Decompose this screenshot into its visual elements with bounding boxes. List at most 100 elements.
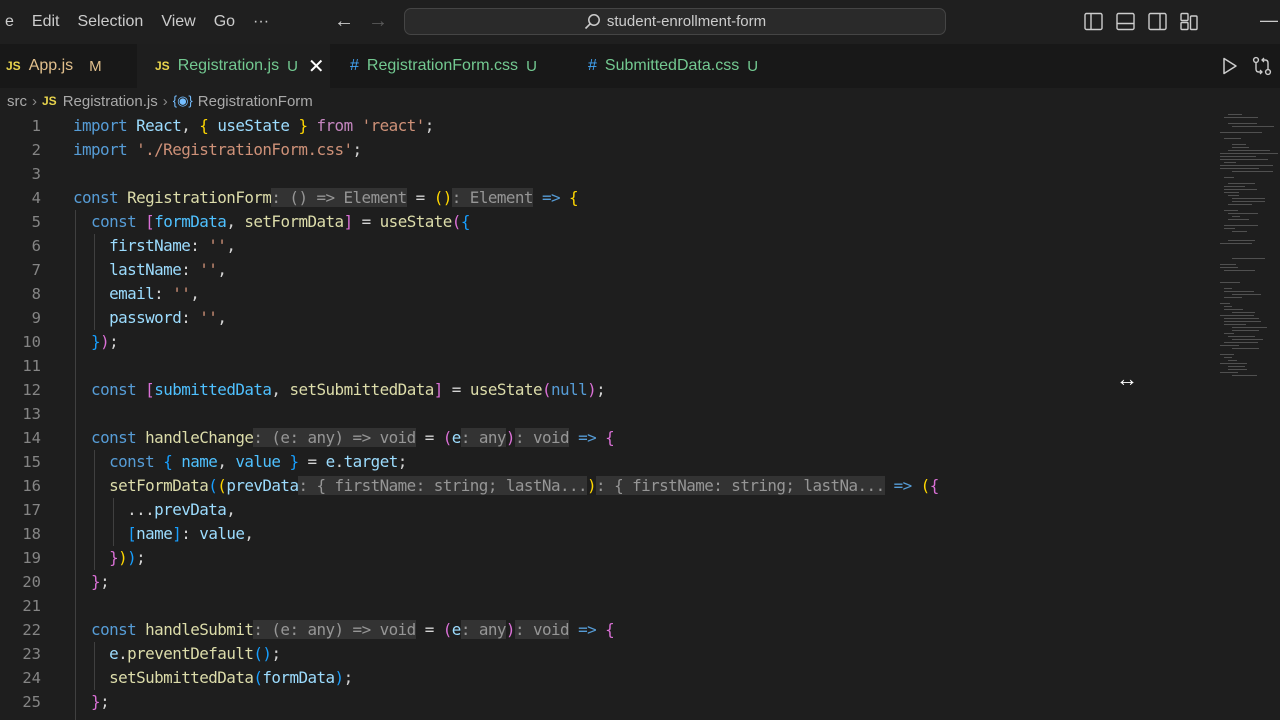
code-line[interactable]: 13: [0, 402, 1210, 426]
minimap-line: [1224, 342, 1258, 343]
code-line[interactable]: 18 [name]: value,: [0, 522, 1210, 546]
tab-app-js[interactable]: JS App.js M: [0, 44, 137, 88]
code-token: (: [217, 476, 227, 495]
code-line[interactable]: 21: [0, 594, 1210, 618]
code-line[interactable]: 25 };: [0, 690, 1210, 714]
code-text: });: [73, 330, 119, 354]
minimap[interactable]: [1216, 114, 1280, 384]
breadcrumb-symbol[interactable]: RegistrationForm: [198, 93, 313, 110]
back-arrow-icon[interactable]: ←: [334, 10, 354, 33]
code-text: email: '',: [73, 282, 200, 306]
forward-arrow-icon[interactable]: →: [368, 10, 388, 33]
minimap-line: [1224, 228, 1235, 229]
menu-selection[interactable]: Selection: [68, 0, 152, 44]
inlay-hint: : () => Element: [271, 188, 407, 207]
code-line[interactable]: 12 const [submittedData, setSubmittedDat…: [0, 378, 1210, 402]
toggle-primary-sidebar-icon[interactable]: [1084, 12, 1103, 31]
menu-file[interactable]: e: [0, 0, 23, 44]
code-line[interactable]: 10 });: [0, 330, 1210, 354]
code-line[interactable]: 11: [0, 354, 1210, 378]
code-text: import './RegistrationForm.css';: [73, 138, 362, 162]
git-status-badge: M: [89, 57, 102, 75]
command-center-search[interactable]: student-enrollment-form: [404, 8, 946, 35]
code-token: }: [298, 116, 308, 135]
breadcrumb-folder[interactable]: src: [7, 93, 27, 110]
code-token: {: [605, 620, 615, 639]
code-token: ): [127, 548, 137, 567]
code-line[interactable]: 19 }));: [0, 546, 1210, 570]
code-line[interactable]: 14 const handleChange: (e: any) => void …: [0, 426, 1210, 450]
tab-registrationform-css[interactable]: # RegistrationForm.css U: [330, 44, 572, 88]
code-line[interactable]: 17 ...prevData,: [0, 498, 1210, 522]
code-line[interactable]: 16 setFormData((prevData: { firstName: s…: [0, 474, 1210, 498]
code-line[interactable]: 1 import React, { useState } from 'react'…: [0, 114, 1210, 138]
code-token: }: [91, 692, 101, 711]
code-editor[interactable]: 1 import React, { useState } from 'react'…: [0, 114, 1210, 720]
code-text: const [formData, setFormData] = useState…: [73, 210, 470, 234]
toggle-panel-icon[interactable]: [1116, 12, 1135, 31]
code-line[interactable]: 7 lastName: '',: [0, 258, 1210, 282]
code-token: RegistrationForm: [127, 188, 272, 207]
menu-edit[interactable]: Edit: [23, 0, 69, 44]
code-line[interactable]: 8 email: '',: [0, 282, 1210, 306]
code-token: const: [91, 380, 146, 399]
code-token: =: [442, 380, 470, 399]
minimap-line: [1224, 117, 1258, 118]
close-tab-icon[interactable]: ✕: [308, 54, 325, 79]
tab-submitteddata-css[interactable]: # SubmittedData.css U: [572, 44, 782, 88]
code-line[interactable]: 22 const handleSubmit: (e: any) => void …: [0, 618, 1210, 642]
code-line[interactable]: 23 e.preventDefault();: [0, 642, 1210, 666]
code-line[interactable]: 20 };: [0, 570, 1210, 594]
line-number: 11: [22, 357, 41, 375]
code-line[interactable]: 4 const RegistrationForm: () => Element =…: [0, 186, 1210, 210]
inlay-hint: : any: [460, 620, 506, 639]
minimap-line: [1228, 204, 1252, 205]
line-number: 8: [31, 285, 41, 303]
code-token: const: [91, 620, 146, 639]
code-token: './RegistrationForm.css': [136, 140, 353, 159]
tab-registration-js[interactable]: JS Registration.js U ✕: [137, 44, 330, 88]
line-number: 1: [31, 117, 41, 135]
minimap-line: [1224, 225, 1258, 226]
code-token: ;: [136, 548, 146, 567]
toggle-secondary-sidebar-icon[interactable]: [1148, 12, 1167, 31]
code-token: ;: [271, 644, 281, 663]
code-token: from: [307, 116, 362, 135]
minimap-line: [1232, 312, 1255, 313]
code-line[interactable]: 24 setSubmittedData(formData);: [0, 666, 1210, 690]
line-number: 4: [31, 189, 41, 207]
code-line[interactable]: 5 const [formData, setFormData] = useSta…: [0, 210, 1210, 234]
breadcrumb-file[interactable]: Registration.js: [63, 93, 158, 110]
line-number: 25: [22, 693, 41, 711]
open-changes-icon[interactable]: [1252, 56, 1272, 76]
minimap-line: [1232, 147, 1249, 148]
code-token: setFormData: [109, 476, 209, 495]
title-bar: e Edit Selection View Go ··· ← → student…: [0, 0, 1280, 44]
code-line[interactable]: 3: [0, 162, 1210, 186]
menu-more[interactable]: ···: [244, 0, 278, 44]
minimap-line: [1224, 189, 1257, 190]
minimap-line: [1220, 315, 1254, 316]
code-line[interactable]: 15 const { name, value } = e.target;: [0, 450, 1210, 474]
minimap-line: [1220, 303, 1230, 304]
symbol-variable-icon: {◉}: [172, 93, 193, 108]
code-text: const [submittedData, setSubmittedData] …: [73, 378, 606, 402]
menu-view[interactable]: View: [152, 0, 204, 44]
code-token: =: [415, 428, 443, 447]
minimap-line: [1220, 267, 1238, 268]
minimize-button[interactable]: —: [1260, 10, 1278, 31]
code-line[interactable]: 2 import './RegistrationForm.css';: [0, 138, 1210, 162]
editor-actions: [1222, 56, 1272, 76]
run-icon[interactable]: [1222, 57, 1238, 75]
code-line[interactable]: 9 password: '',: [0, 306, 1210, 330]
minimap-line: [1220, 168, 1259, 169]
inlay-hint: : { firstName: string; lastNa...: [298, 476, 588, 495]
minimap-line: [1232, 231, 1247, 232]
code-line[interactable]: 6 firstName: '',: [0, 234, 1210, 258]
customize-layout-icon[interactable]: [1180, 12, 1199, 31]
menu-go[interactable]: Go: [205, 0, 244, 44]
